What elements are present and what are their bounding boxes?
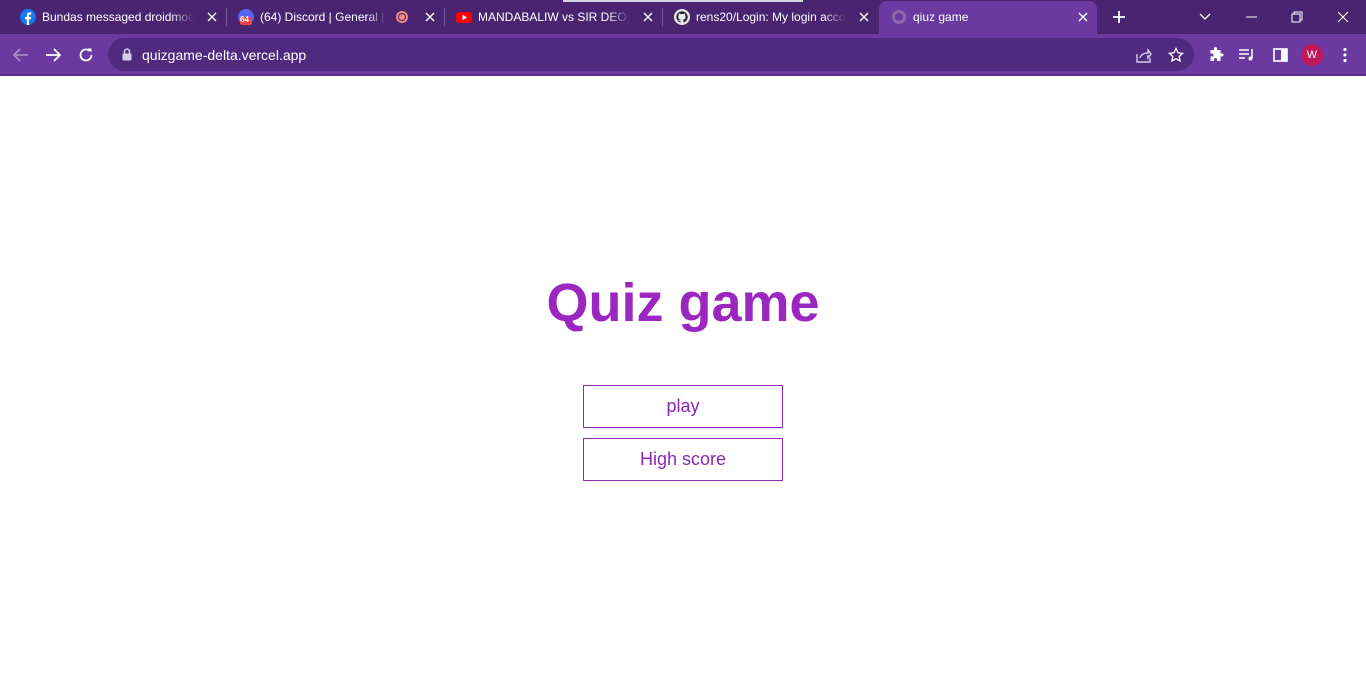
plus-icon [1113, 11, 1125, 23]
page-title: Quiz game [546, 273, 820, 333]
share-icon[interactable] [1135, 46, 1153, 64]
address-bar[interactable]: quizgame-delta.vercel.app [108, 38, 1194, 71]
media-queue-icon[interactable] [1237, 45, 1257, 65]
chevron-down-icon [1199, 13, 1211, 20]
youtube-icon [456, 12, 472, 23]
tab-facebook[interactable]: Bundas messaged droidmod [8, 0, 227, 34]
tab-quiz-game[interactable]: qiuz game [879, 1, 1097, 34]
high-score-button[interactable]: High score [583, 438, 783, 481]
reload-icon [79, 48, 93, 62]
close-tab-icon[interactable] [204, 9, 220, 25]
tab-youtube[interactable]: MANDABALIW vs SIR DEO | [444, 0, 663, 34]
close-tab-icon[interactable] [422, 9, 438, 25]
tab-search-button[interactable] [1182, 0, 1228, 34]
globe-icon [892, 10, 906, 24]
kebab-menu-icon[interactable] [1335, 45, 1355, 65]
new-tab-button[interactable] [1108, 6, 1130, 28]
url-text[interactable]: quizgame-delta.vercel.app [142, 47, 306, 63]
minimize-icon [1245, 16, 1257, 18]
tab-title: rens20/Login: My login acco [696, 10, 846, 24]
minimize-button[interactable] [1228, 0, 1274, 34]
close-tab-icon[interactable] [1075, 9, 1091, 25]
github-icon [674, 9, 690, 25]
lock-icon[interactable] [120, 47, 134, 62]
restore-icon [1291, 11, 1303, 23]
close-window-button[interactable] [1320, 0, 1366, 34]
play-button[interactable]: play [583, 385, 783, 428]
tab-discord[interactable]: 64 (64) Discord | General | H [226, 0, 445, 34]
arrow-left-icon [13, 48, 28, 62]
arrow-right-icon [46, 48, 61, 62]
recording-icon [396, 11, 408, 23]
bookmark-star-icon[interactable] [1167, 46, 1185, 64]
discord-badge: 64 [240, 15, 249, 24]
tab-github[interactable]: rens20/Login: My login acco [662, 0, 878, 34]
tab-title: (64) Discord | General | H [260, 10, 386, 24]
page-content: Quiz game play High score [0, 76, 1366, 687]
side-panel-icon[interactable] [1270, 45, 1290, 65]
extensions-icon[interactable] [1206, 45, 1226, 65]
close-tab-icon[interactable] [856, 9, 872, 25]
tab-title: qiuz game [913, 10, 969, 24]
close-tab-icon[interactable] [640, 9, 656, 25]
tab-title: MANDABALIW vs SIR DEO | [478, 10, 630, 24]
facebook-icon [20, 9, 36, 25]
tab-strip: Bundas messaged droidmod 64 (64) Discord… [0, 0, 1366, 34]
restore-button[interactable] [1274, 0, 1320, 34]
reload-button[interactable] [73, 42, 99, 68]
browser-toolbar: quizgame-delta.vercel.app W [0, 34, 1366, 76]
profile-avatar[interactable]: W [1301, 44, 1323, 66]
close-icon [1337, 11, 1349, 23]
forward-button[interactable] [40, 42, 66, 68]
tab-title: Bundas messaged droidmod [42, 10, 194, 24]
back-button[interactable] [8, 42, 34, 68]
